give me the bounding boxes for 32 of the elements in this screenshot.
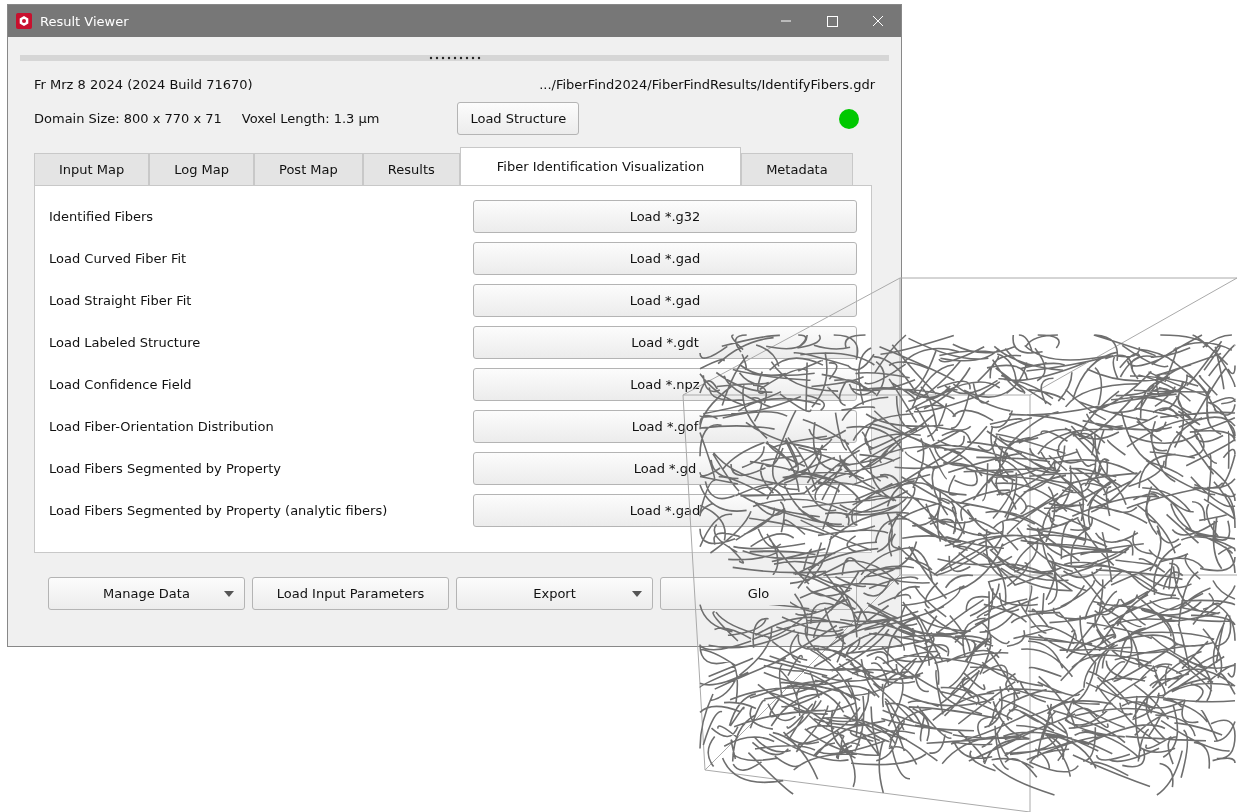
file-path: .../FiberFind2024/FiberFindResults/IdentifyFibers.gdr bbox=[539, 77, 875, 92]
load-file-button[interactable]: Load *.gad bbox=[473, 284, 857, 317]
load-file-button[interactable]: Load *.g32 bbox=[473, 200, 857, 233]
action-button[interactable]: Export bbox=[456, 577, 653, 610]
row-label: Load Fiber-Orientation Distribution bbox=[49, 419, 274, 434]
tab[interactable]: Fiber Identification Visualization bbox=[459, 147, 742, 185]
version-text: Fr Mrz 8 2024 (2024 Build 71670) bbox=[34, 77, 253, 92]
tab[interactable]: Results bbox=[362, 153, 460, 185]
row-label: Load Labeled Structure bbox=[49, 335, 201, 350]
row-label: Load Curved Fiber Fit bbox=[49, 251, 187, 266]
tab[interactable]: Metadata bbox=[741, 153, 853, 185]
tab[interactable]: Input Map bbox=[34, 153, 150, 185]
row-label: Load Straight Fiber Fit bbox=[49, 293, 192, 308]
load-file-button[interactable]: Load *.gof bbox=[473, 410, 857, 443]
action-button[interactable]: Load Input Parameters bbox=[252, 577, 449, 610]
tab[interactable]: Post Map bbox=[254, 153, 363, 185]
row-label: Identified Fibers bbox=[49, 209, 154, 224]
load-structure-button[interactable]: Load Structure bbox=[457, 102, 580, 135]
window-title: Result Viewer bbox=[40, 13, 129, 29]
action-button[interactable]: Manage Data bbox=[48, 577, 245, 610]
tab[interactable]: Log Map bbox=[149, 153, 255, 185]
load-file-button[interactable]: Load *.gad bbox=[473, 242, 857, 275]
row-label: Load Fibers Segmented by Property bbox=[49, 461, 281, 476]
caret-icon bbox=[632, 591, 642, 597]
row-label: Load Fibers Segmented by Property (analytic fibers) bbox=[49, 503, 388, 518]
app-logo-icon bbox=[16, 13, 32, 29]
caret-icon bbox=[224, 591, 234, 597]
domain-size-text: Domain Size: 800 x 770 x 71 bbox=[34, 111, 222, 126]
splitter-handle[interactable] bbox=[20, 55, 889, 61]
load-file-button[interactable]: Load *.gdt bbox=[473, 326, 857, 359]
row-label: Load Confidence Field bbox=[49, 377, 192, 392]
voxel-length-text: Voxel Length: 1.3 µm bbox=[241, 111, 380, 126]
